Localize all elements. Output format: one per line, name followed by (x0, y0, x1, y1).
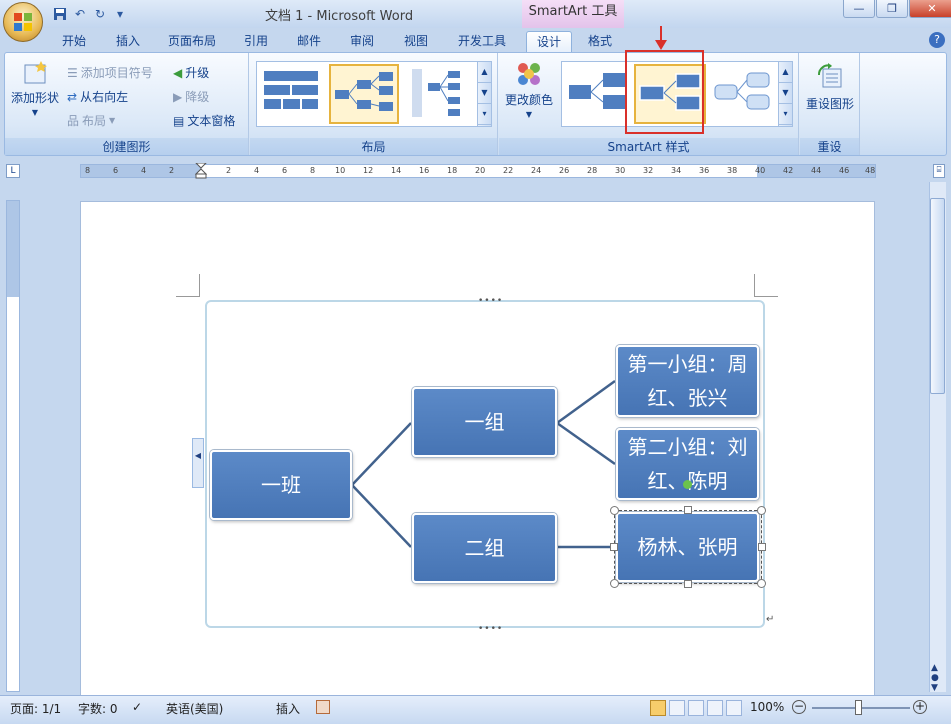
status-page[interactable]: 页面: 1/1 (10, 700, 61, 717)
node-root[interactable]: 一班 (210, 450, 352, 520)
resize-handle[interactable] (610, 543, 618, 551)
outline-view-icon[interactable] (707, 700, 723, 716)
resize-handle[interactable] (684, 580, 692, 588)
zoom-slider-thumb[interactable] (855, 700, 862, 715)
selection-outline (614, 510, 762, 584)
status-bar: 页面: 1/1 字数: 0 ✓ 英语(美国) 插入 100% − + (0, 695, 951, 724)
node-group-1[interactable]: 一组 (412, 387, 557, 457)
node-leaf-2[interactable]: 第二小组：刘红、陈明 (616, 428, 759, 500)
office-logo-icon (14, 13, 32, 31)
web-layout-view-icon[interactable] (688, 700, 704, 716)
office-button[interactable] (3, 2, 43, 42)
node-group-2[interactable]: 二组 (412, 513, 557, 583)
status-language[interactable]: 英语(美国) (166, 700, 223, 717)
resize-handle[interactable] (757, 506, 766, 515)
resize-handle[interactable] (757, 579, 766, 588)
rotation-handle-icon[interactable] (683, 480, 692, 489)
connector-lines (351, 379, 616, 549)
resize-handle[interactable] (610, 579, 619, 588)
status-insert-mode[interactable]: 插入 (276, 700, 300, 717)
full-screen-view-icon[interactable] (669, 700, 685, 716)
view-buttons (650, 700, 742, 716)
zoom-in-icon[interactable]: + (913, 700, 927, 714)
draft-view-icon[interactable] (726, 700, 742, 716)
spell-check-icon[interactable]: ✓ (132, 700, 142, 714)
node-leaf-1[interactable]: 第一小组：周红、张兴 (616, 345, 759, 417)
resize-handle[interactable] (684, 506, 692, 514)
status-words[interactable]: 字数: 0 (78, 700, 118, 717)
macro-record-icon[interactable] (316, 700, 330, 714)
print-layout-view-icon[interactable] (650, 700, 666, 716)
zoom-level[interactable]: 100% (750, 700, 784, 714)
resize-handle[interactable] (610, 506, 619, 515)
zoom-out-icon[interactable]: − (792, 700, 806, 714)
resize-handle[interactable] (758, 543, 766, 551)
